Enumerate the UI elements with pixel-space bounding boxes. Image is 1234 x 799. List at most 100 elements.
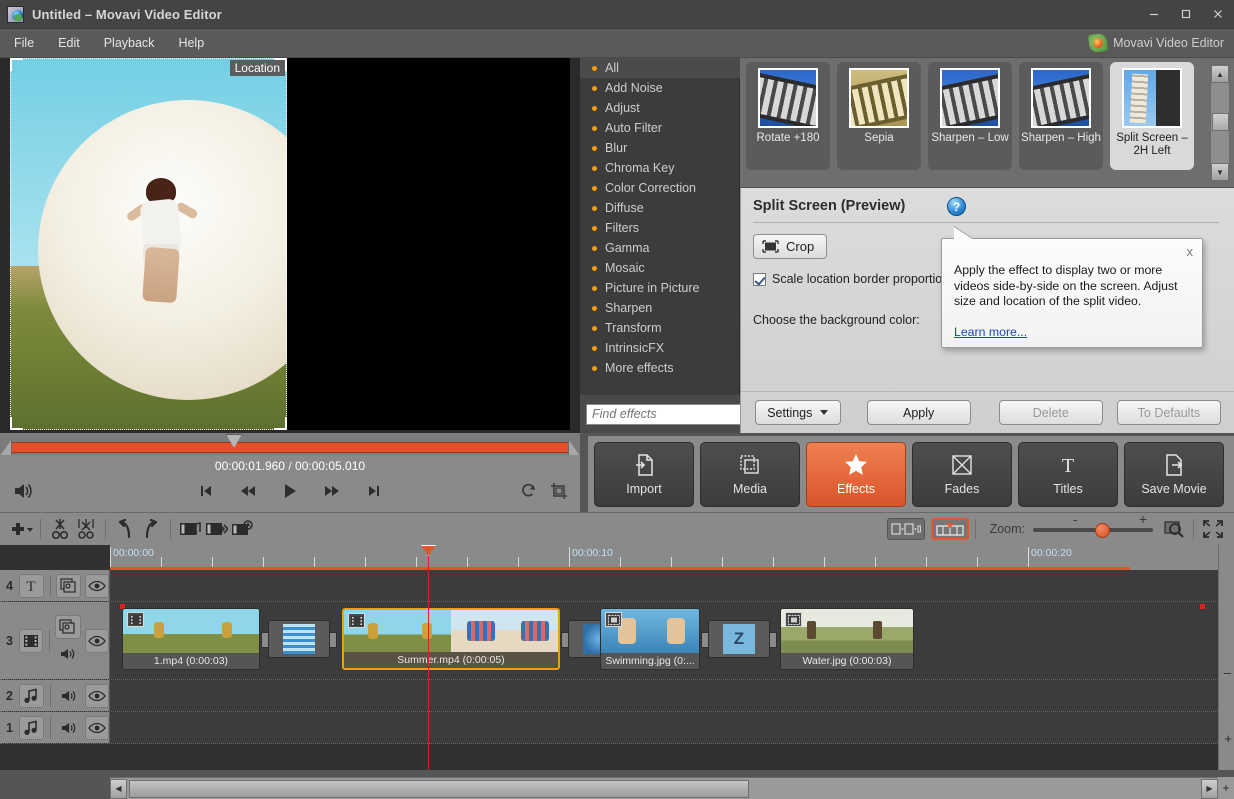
rewind-icon[interactable] — [238, 481, 258, 501]
scroll-left-icon[interactable]: ◀ — [110, 778, 127, 799]
scroll-up-icon[interactable]: ▲ — [1211, 65, 1229, 83]
track-body-2[interactable] — [110, 680, 1234, 711]
tab-fades[interactable]: Fades — [912, 441, 1012, 507]
tab-save-movie[interactable]: Save Movie — [1124, 441, 1224, 507]
timeline-clip-swimmingjpg[interactable]: Swimming.jpg (0:... — [600, 608, 700, 670]
resize-grip-icon[interactable]: + — [1218, 777, 1234, 799]
menu-edit[interactable]: Edit — [48, 33, 90, 53]
track-visibility-eye-icon[interactable] — [84, 683, 110, 708]
category-picture-in-picture[interactable]: Picture in Picture — [580, 278, 740, 298]
tab-titles[interactable]: T Titles — [1018, 441, 1118, 507]
track-visibility-eye-icon[interactable] — [85, 628, 109, 653]
track-visibility-eye-icon[interactable] — [84, 573, 109, 598]
effect-tile-sharpen-high[interactable]: Sharpen – High — [1019, 62, 1103, 170]
category-auto-filter[interactable]: Auto Filter — [580, 118, 740, 138]
menu-playback[interactable]: Playback — [94, 33, 165, 53]
category-add-noise[interactable]: Add Noise — [580, 78, 740, 98]
settings-button[interactable]: Settings — [755, 400, 841, 425]
crop-button[interactable]: Crop — [753, 234, 828, 259]
timeline-view-icon[interactable] — [930, 518, 969, 540]
crop-preview-icon[interactable] — [550, 482, 570, 502]
maximize-icon[interactable] — [1170, 0, 1202, 29]
titles-track-icon[interactable]: T — [19, 573, 44, 598]
timeline-clip-summermp4[interactable]: Summer.mp4 (0:00:05) — [342, 608, 560, 670]
clip-audio-icon[interactable] — [177, 517, 203, 541]
track-mute-icon[interactable] — [55, 642, 81, 666]
category-all[interactable]: All — [580, 58, 740, 78]
tab-effects[interactable]: Effects — [806, 441, 906, 507]
redo-icon[interactable] — [138, 517, 164, 541]
effects-scrollbar[interactable]: ▲ ▼ — [1210, 64, 1230, 182]
tab-media[interactable]: Media — [700, 441, 800, 507]
track-effects-icon[interactable] — [55, 615, 82, 639]
preview-video[interactable]: Location — [10, 58, 570, 430]
track-body-3[interactable]: 1.mp4 (0:00:03) Summer.mp4 (0:00:05) Swi… — [110, 602, 1234, 679]
category-more-effects[interactable]: More effects — [580, 358, 740, 378]
fullscreen-icon[interactable] — [1200, 517, 1226, 541]
menu-help[interactable]: Help — [168, 33, 214, 53]
effect-tile-split-screen-2h-left[interactable]: Split Screen – 2H Left — [1110, 62, 1194, 170]
zoom-in-glyph[interactable]: + — [1224, 731, 1232, 746]
category-diffuse[interactable]: Diffuse — [580, 198, 740, 218]
video-track-icon[interactable] — [18, 628, 43, 653]
track-mute-icon[interactable] — [57, 716, 81, 740]
category-transform[interactable]: Transform — [580, 318, 740, 338]
search-input[interactable] — [586, 403, 761, 425]
plus-icon[interactable] — [8, 517, 34, 541]
scrollbar-thumb[interactable] — [1212, 113, 1229, 131]
minimize-icon[interactable] — [1138, 0, 1170, 29]
multi-scissors-icon[interactable] — [73, 517, 99, 541]
category-color-correction[interactable]: Color Correction — [580, 178, 740, 198]
transition-blinds[interactable] — [261, 620, 337, 658]
zoom-slider-knob[interactable] — [1095, 523, 1110, 538]
seek-track[interactable] — [10, 442, 570, 453]
track-mute-icon[interactable] — [57, 684, 81, 708]
category-filters[interactable]: Filters — [580, 218, 740, 238]
track-body-1[interactable] — [110, 712, 1234, 743]
preview-area[interactable]: Location — [0, 58, 580, 433]
tooltip-close-icon[interactable]: x — [1187, 244, 1194, 259]
zoom-slider[interactable]: - + — [1033, 511, 1153, 540]
category-blur[interactable]: Blur — [580, 138, 740, 158]
undo-icon[interactable] — [112, 517, 138, 541]
zoom-out-glyph[interactable]: – — [1224, 665, 1231, 680]
fast-forward-icon[interactable] — [322, 481, 342, 501]
effect-tile-rotate-180[interactable]: Rotate +180 — [746, 62, 830, 170]
scroll-right-icon[interactable]: ▶ — [1201, 778, 1218, 799]
rotate-icon[interactable] — [520, 482, 540, 502]
scrollbar-thumb[interactable] — [129, 779, 749, 798]
menu-file[interactable]: File — [4, 33, 44, 53]
close-icon[interactable] — [1202, 0, 1234, 29]
tab-import[interactable]: Import — [594, 441, 694, 507]
category-mosaic[interactable]: Mosaic — [580, 258, 740, 278]
effect-tile-sepia[interactable]: Sepia — [837, 62, 921, 170]
timeline-playhead[interactable] — [421, 545, 436, 770]
trim-end-handle[interactable] — [568, 439, 580, 456]
timeline[interactable]: 00:00:00 00:00:10 00:00:20 4 T 3 1.mp4 (… — [0, 545, 1234, 770]
timeline-clip-waterjpg[interactable]: Water.jpg (0:00:03) — [780, 608, 914, 670]
category-sharpen[interactable]: Sharpen — [580, 298, 740, 318]
category-adjust[interactable]: Adjust — [580, 98, 740, 118]
effect-tile-sharpen-low[interactable]: Sharpen – Low — [928, 62, 1012, 170]
skip-previous-icon[interactable] — [196, 481, 216, 501]
category-gamma[interactable]: Gamma — [580, 238, 740, 258]
timeline-clip-1mp4[interactable]: 1.mp4 (0:00:03) — [122, 608, 260, 670]
track-body-4[interactable] — [110, 570, 1234, 601]
timeline-horizontal-scrollbar[interactable]: ◀ ▶ — [110, 777, 1218, 799]
audio-track-icon[interactable] — [19, 715, 44, 740]
skip-next-icon[interactable] — [364, 481, 384, 501]
clip-duration-icon[interactable] — [229, 517, 255, 541]
audio-track-icon[interactable] — [19, 683, 44, 708]
play-icon[interactable] — [280, 481, 300, 501]
scroll-down-icon[interactable]: ▼ — [1211, 163, 1229, 181]
scissors-icon[interactable] — [47, 517, 73, 541]
zoom-slider-track[interactable] — [1033, 528, 1153, 532]
help-icon[interactable]: ? — [947, 197, 966, 216]
clip-speed-icon[interactable] — [203, 517, 229, 541]
transition-zoom[interactable]: Z — [701, 620, 777, 658]
fit-to-window-icon[interactable] — [1161, 517, 1187, 541]
scale-location-border-checkbox[interactable] — [753, 272, 766, 286]
track-visibility-eye-icon[interactable] — [84, 715, 110, 740]
learn-more-link[interactable]: Learn more... — [954, 325, 1027, 339]
category-chroma-key[interactable]: Chroma Key — [580, 158, 740, 178]
